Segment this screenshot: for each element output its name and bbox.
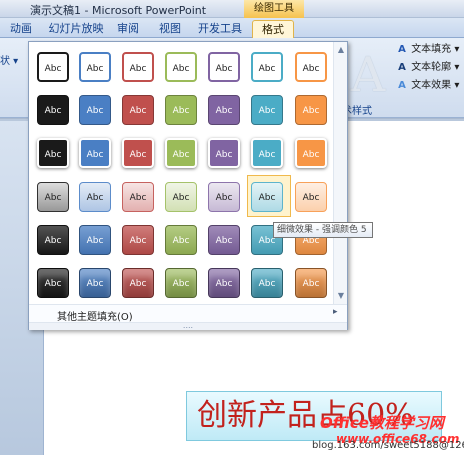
style-swatch[interactable]: Abc [122, 182, 154, 212]
style-swatch[interactable]: Abc [295, 182, 327, 212]
gallery-scrollbar[interactable]: ▲ ▼ [333, 42, 347, 304]
style-swatch[interactable]: Abc [251, 52, 283, 82]
tab-animation[interactable]: 动画 [6, 20, 36, 38]
chevron-right-icon: ▸ [333, 307, 338, 317]
style-swatch[interactable]: Abc [165, 225, 197, 255]
text-outline-label: 文本轮廓 ▾ [411, 62, 460, 73]
style-swatch[interactable]: Abc [79, 95, 111, 125]
style-swatch[interactable]: Abc [37, 95, 69, 125]
style-swatch[interactable]: Abc [37, 138, 69, 168]
text-fill-button[interactable]: A 文本填充 ▾ [396, 42, 459, 58]
resize-grip[interactable]: .... [29, 322, 347, 330]
style-swatch[interactable]: Abc [37, 182, 69, 212]
style-grid: Abc Abc Abc Abc Abc Abc Abc Abc Abc Abc Abc Abc Abc A… [29, 42, 333, 304]
style-swatch[interactable]: Abc [122, 268, 154, 298]
tab-format[interactable]: 格式 [252, 20, 294, 38]
title-bar: 演示文稿1 - Microsoft PowerPoint 绘图工具 [0, 0, 464, 18]
more-theme-fills[interactable]: 其他主题填充(O) ▸ [29, 304, 347, 323]
style-swatch[interactable]: Abc [295, 138, 327, 168]
text-effects-icon: A [398, 80, 406, 91]
scroll-down-icon[interactable]: ▼ [334, 290, 348, 302]
tab-slideshow[interactable]: 幻灯片放映 [48, 20, 104, 38]
text-outline-button[interactable]: A 文本轮廓 ▾ [396, 60, 459, 76]
style-swatch[interactable]: Abc [208, 95, 240, 125]
style-swatch[interactable]: Abc [165, 182, 197, 212]
style-swatch[interactable]: Abc [37, 268, 69, 298]
window-title: 演示文稿1 - Microsoft PowerPoint [30, 4, 207, 17]
style-swatch[interactable]: Abc [79, 52, 111, 82]
style-swatch[interactable]: Abc [122, 95, 154, 125]
style-swatch[interactable]: Abc [79, 182, 111, 212]
text-outline-icon: A [398, 62, 406, 73]
style-swatch[interactable]: Abc [165, 52, 197, 82]
ribbon-tabs: 动画 幻灯片放映 审阅 视图 开发工具 格式 [0, 18, 464, 38]
style-swatch[interactable]: Abc [208, 225, 240, 255]
style-swatch[interactable]: Abc [251, 268, 283, 298]
style-swatch[interactable]: Abc [165, 268, 197, 298]
text-effects-label: 文本效果 ▾ [411, 80, 460, 91]
style-swatch[interactable]: Abc [295, 95, 327, 125]
shape-style-gallery: Abc Abc Abc Abc Abc Abc Abc Abc Abc Abc Abc Abc Abc A… [28, 41, 348, 330]
style-swatch[interactable]: Abc [37, 225, 69, 255]
tab-developer[interactable]: 开发工具 [196, 20, 244, 38]
style-swatch[interactable]: Abc [122, 138, 154, 168]
style-swatch[interactable]: Abc [122, 225, 154, 255]
style-swatch[interactable]: Abc [165, 95, 197, 125]
scroll-up-icon[interactable]: ▲ [334, 44, 348, 56]
style-swatch[interactable]: Abc [37, 52, 69, 82]
style-swatch[interactable]: Abc [251, 95, 283, 125]
style-swatch[interactable]: Abc [165, 138, 197, 168]
text-fill-icon: A [398, 44, 406, 55]
style-swatch[interactable]: Abc [79, 138, 111, 168]
style-swatch[interactable]: Abc [208, 268, 240, 298]
style-swatch[interactable]: Abc [251, 182, 283, 212]
style-swatch[interactable]: Abc [251, 138, 283, 168]
shape-style-fragment[interactable]: 状 ▾ [0, 52, 18, 67]
text-fill-label: 文本填充 ▾ [411, 44, 460, 55]
wordart-preview-icon[interactable]: A [348, 46, 388, 104]
more-theme-fills-label: 其他主题填充(O) [57, 312, 133, 323]
style-swatch[interactable]: Abc [295, 52, 327, 82]
text-effects-button[interactable]: A 文本效果 ▾ [396, 78, 459, 94]
style-swatch[interactable]: Abc [208, 52, 240, 82]
style-swatch[interactable]: Abc [79, 268, 111, 298]
style-swatch[interactable]: Abc [295, 268, 327, 298]
style-swatch[interactable]: Abc [79, 225, 111, 255]
style-swatch[interactable]: Abc [208, 138, 240, 168]
style-tooltip: 细微效果 - 强调颜色 5 [273, 222, 373, 238]
drawing-tools-label: 绘图工具 [244, 0, 304, 18]
tab-view[interactable]: 视图 [156, 20, 184, 38]
tab-review[interactable]: 审阅 [114, 20, 142, 38]
style-swatch[interactable]: Abc [122, 52, 154, 82]
style-swatch[interactable]: Abc [208, 182, 240, 212]
blog-text: blog.163.com/sweet5188@126 [312, 440, 464, 451]
watermark: Office教程学习网 [320, 414, 444, 432]
